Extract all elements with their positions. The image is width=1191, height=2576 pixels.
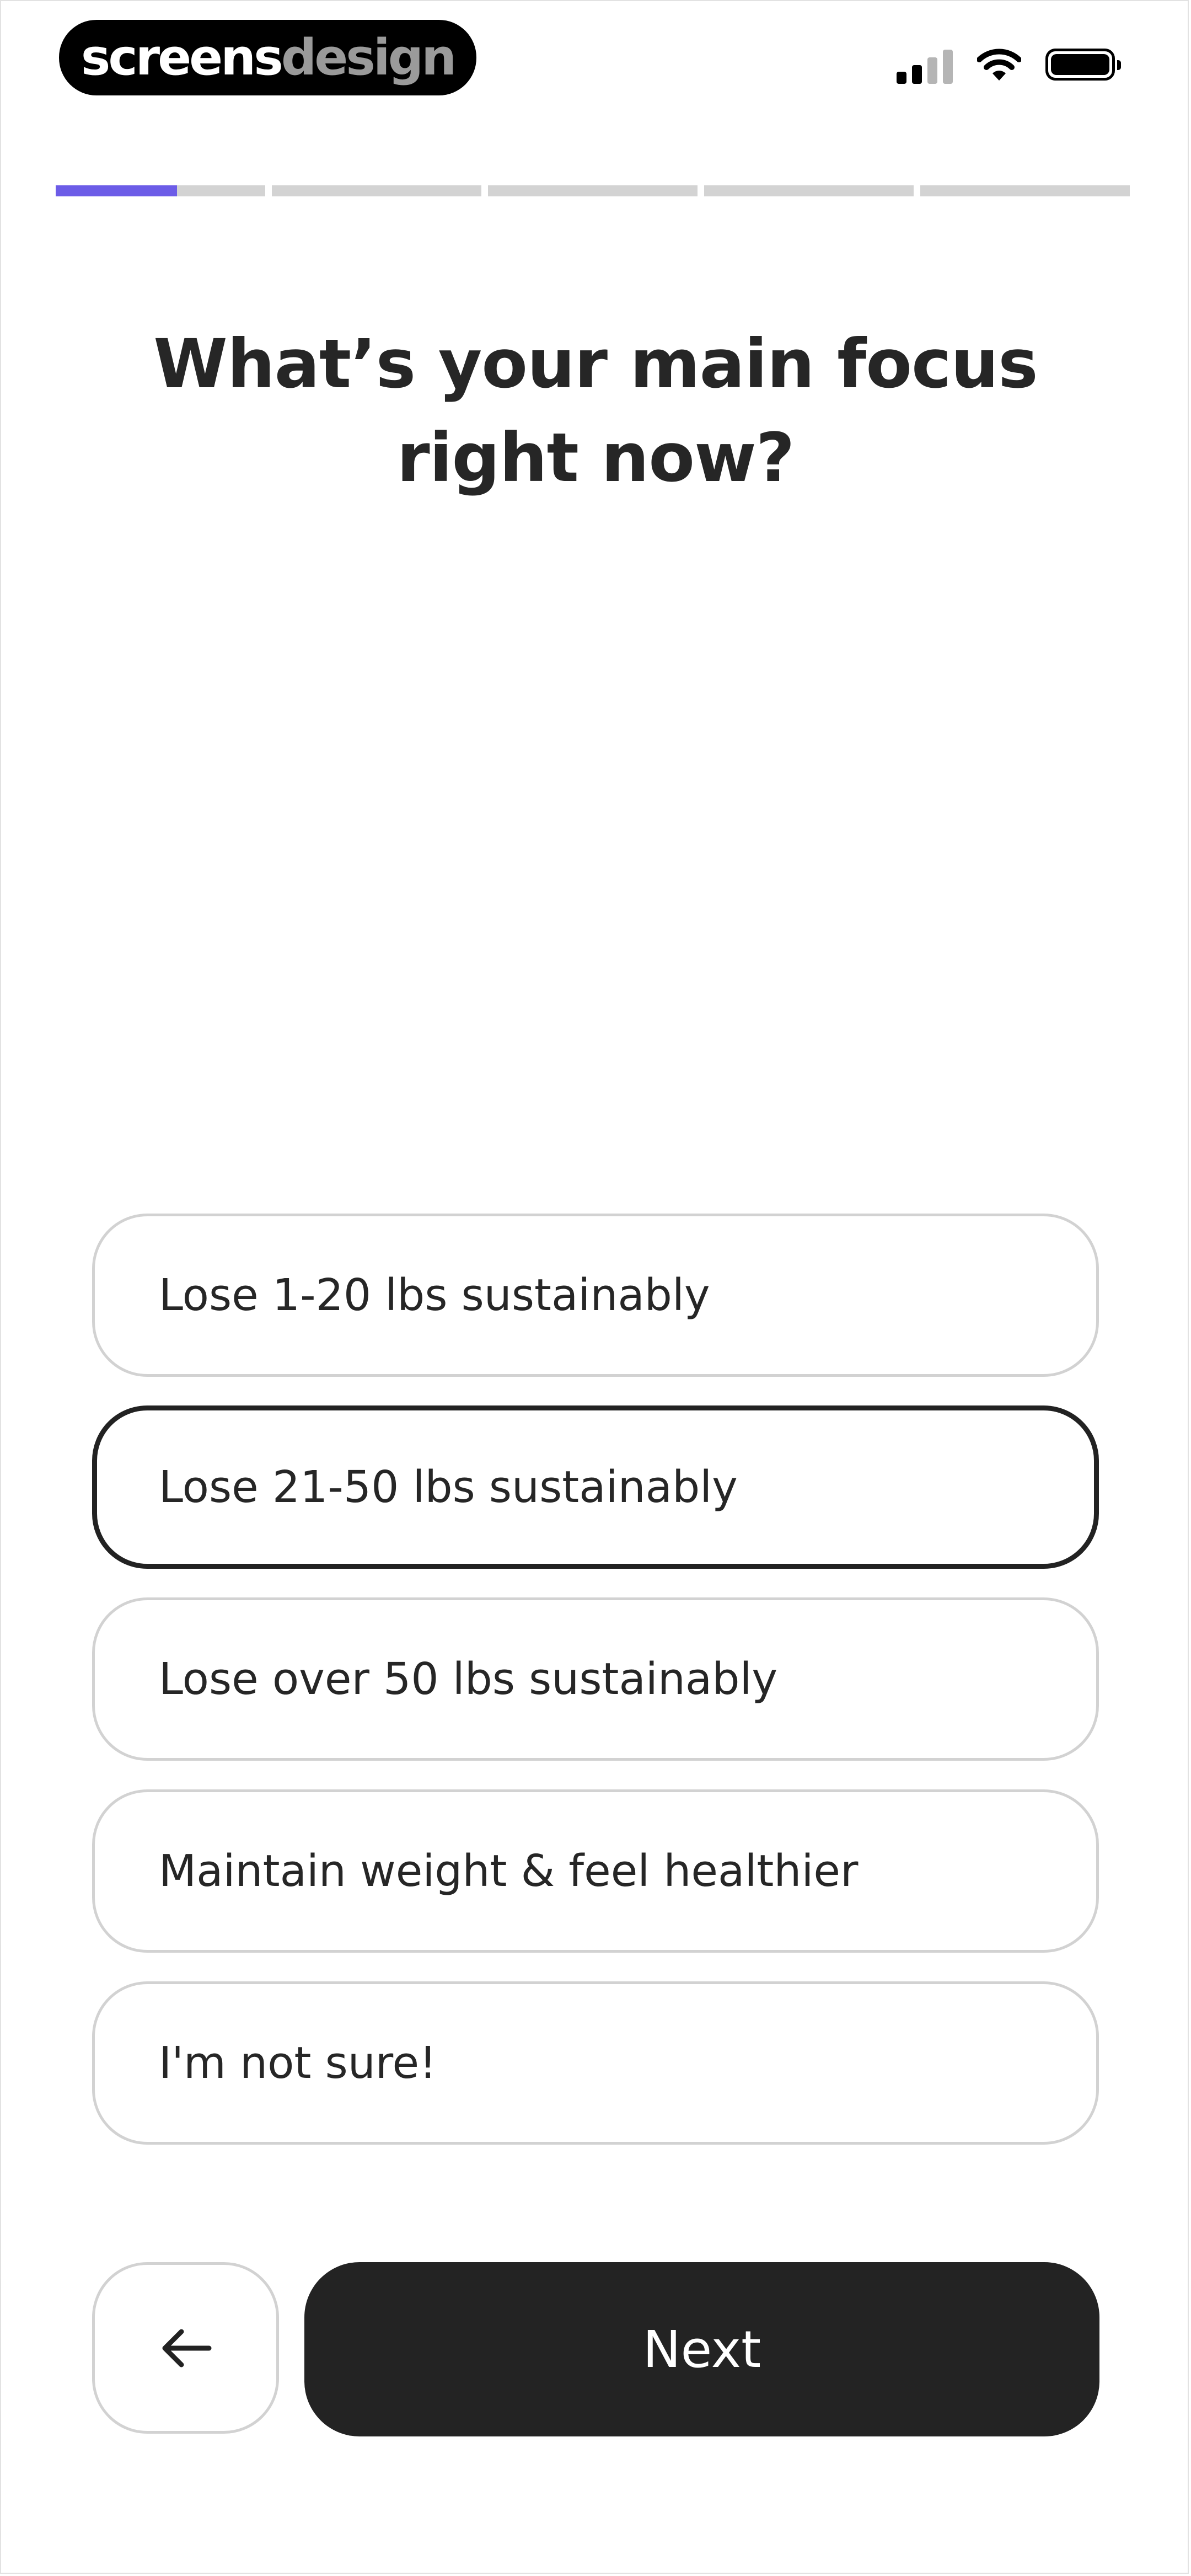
option-lose-21-50[interactable]: Lose 21-50 lbs sustainably [92,1405,1099,1569]
back-button[interactable] [92,2262,279,2434]
page-title: What’s your main focus right now? [99,317,1092,505]
brand-logo-part2: design [281,29,457,87]
brand-logo-part1: screens [81,29,283,87]
progress-segment-1-fill [56,185,178,196]
progress-segment-2 [272,185,481,196]
brand-logo: screens design [59,20,476,95]
option-label: Lose 1-20 lbs sustainably [159,1270,710,1321]
progress-segment-5 [920,185,1130,196]
progress-segment-4 [704,185,914,196]
cellular-signal-icon [897,45,953,84]
option-label: I'm not sure! [159,2038,437,2088]
battery-icon [1045,49,1121,81]
option-not-sure[interactable]: I'm not sure! [92,1981,1099,2145]
option-label: Maintain weight & feel healthier [159,1846,859,1896]
page-title-line1: What’s your main focus [153,325,1038,403]
next-button[interactable]: Next [304,2262,1099,2436]
option-lose-1-20[interactable]: Lose 1-20 lbs sustainably [92,1214,1099,1377]
option-label: Lose over 50 lbs sustainably [159,1654,778,1704]
status-icons [897,45,1121,84]
page-title-line2: right now? [396,419,795,497]
progress-segment-3 [488,185,698,196]
progress-bar [56,185,1130,196]
arrow-left-icon [162,2329,211,2367]
wifi-icon [977,49,1021,81]
progress-segment-1 [56,185,265,196]
option-lose-over-50[interactable]: Lose over 50 lbs sustainably [92,1597,1099,1761]
option-maintain-weight[interactable]: Maintain weight & feel healthier [92,1789,1099,1953]
option-label: Lose 21-50 lbs sustainably [159,1462,738,1513]
